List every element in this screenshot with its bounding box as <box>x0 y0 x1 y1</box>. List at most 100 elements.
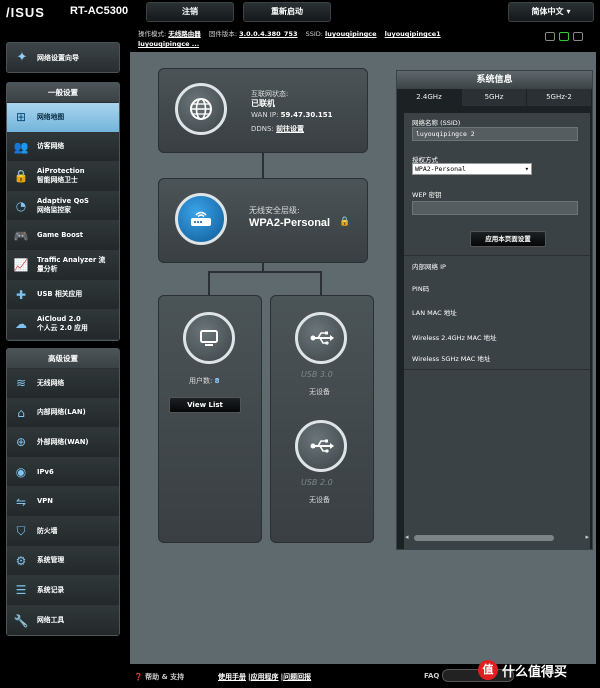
menu-item-admin[interactable]: ⚙ 系统管理 <box>7 546 119 577</box>
usb2-label: USB 2.0 <box>301 478 333 487</box>
horizontal-scrollbar[interactable]: ◂ ▸ <box>404 533 590 543</box>
menu-item-tools[interactable]: 🔧 网络工具 <box>7 605 119 636</box>
wep-input[interactable] <box>412 201 578 215</box>
feedback-link[interactable]: 问题回报 <box>283 673 311 681</box>
connector-line <box>208 271 322 273</box>
usb-icon[interactable] <box>295 312 347 364</box>
menu-item-wireless[interactable]: ≋ 无线网络 <box>7 369 119 399</box>
internet-node[interactable]: 互联网状态: 已联机 WAN IP: 59.47.30.151 DDNS: 前往… <box>158 68 368 153</box>
ssid-link-2[interactable]: luyouqipingce1 <box>385 30 441 38</box>
scroll-right-icon[interactable]: ▸ <box>585 533 589 541</box>
client-count-label: 用户数: <box>189 377 213 385</box>
menu-item-lan[interactable]: ⌂ 内部网络(LAN) <box>7 398 119 429</box>
wan-ip-value: 59.47.30.151 <box>280 111 333 119</box>
menu-item-firewall[interactable]: ⛉ 防火墙 <box>7 516 119 547</box>
aiprotection-icon: 🔒 <box>13 169 29 184</box>
menu-item-aiprotection[interactable]: 🔒 AiProtection 智能网络卫士 <box>7 162 119 192</box>
utility-link[interactable]: 应用程序 <box>251 673 279 681</box>
wifi-status-icon[interactable] <box>573 32 583 41</box>
menu-item-syslog[interactable]: ☰ 系统记录 <box>7 576 119 606</box>
traffic-icon: 📈 <box>13 258 29 273</box>
menu-item-ipv6[interactable]: ◉ IPv6 <box>7 457 119 488</box>
usb-icon[interactable] <box>295 420 347 472</box>
wireless-24-mac-label: Wireless 2.4GHz MAC 地址 <box>412 334 497 342</box>
router-icon[interactable] <box>175 193 227 245</box>
usb-node: USB 3.0 无设备 USB 2.0 无设备 <box>270 295 374 543</box>
qis-button[interactable]: ✦ 网络设置向导 <box>6 42 120 73</box>
security-value: WPA2-Personal <box>249 217 331 229</box>
menu-item-wan[interactable]: ⊕ 外部网络(WAN) <box>7 428 119 458</box>
menu-label: 防火墙 <box>37 526 58 535</box>
menu-label: 网络地图 <box>37 112 65 121</box>
guest-network-icon: 👥 <box>13 139 29 154</box>
wand-icon: ✦ <box>16 50 28 65</box>
logout-button[interactable]: 注销 <box>146 2 234 22</box>
menu-label: IPv6 <box>37 467 54 476</box>
menu-item-aicloud[interactable]: ☁ AiCloud 2.0 个人云 2.0 应用 <box>7 310 119 340</box>
usb-status-icon[interactable] <box>545 32 555 41</box>
system-info-title: 系统信息 <box>397 71 592 89</box>
wireless-5-mac-label: Wireless 5GHz MAC 地址 <box>412 355 491 363</box>
system-info-body: 网络名称 (SSID) luyouqipingce 2 授权方式 WPA2-Pe… <box>404 113 590 550</box>
menu-item-qos[interactable]: ◔ Adaptive QoS 网络监控家 <box>7 191 119 222</box>
menu-item-game-boost[interactable]: 🎮 Game Boost <box>7 221 119 251</box>
ddns-link[interactable]: 前往设置 <box>276 125 304 133</box>
ssid-label: SSID: <box>305 30 323 38</box>
connector-line <box>320 271 322 295</box>
scroll-thumb[interactable] <box>414 535 554 541</box>
menu-item-usb-app[interactable]: ✚ USB 相关应用 <box>7 280 119 311</box>
manual-link[interactable]: 使用手册 <box>218 673 246 681</box>
scroll-left-icon[interactable]: ◂ <box>405 533 409 541</box>
help-icon: ❓ <box>134 673 143 681</box>
tab-5ghz-2[interactable]: 5GHz-2 <box>527 89 592 106</box>
usb3-label: USB 3.0 <box>301 370 333 379</box>
tab-5ghz[interactable]: 5GHz <box>462 89 527 106</box>
advanced-menu-title: 高级设置 <box>7 349 119 369</box>
menu-label: AiCloud 2.0 个人云 2.0 应用 <box>37 315 88 333</box>
menu-item-traffic-analyzer[interactable]: 📈 Traffic Analyzer 流 量分析 <box>7 250 119 281</box>
view-list-button[interactable]: View List <box>169 397 241 413</box>
log-icon: ☰ <box>15 583 27 598</box>
firmware-link[interactable]: 3.0.0.4.380_753 <box>239 30 297 38</box>
router-node[interactable]: 无线安全层级: WPA2-Personal 🔒 <box>158 178 368 263</box>
home-icon: ⌂ <box>17 405 25 420</box>
ssid-input[interactable]: luyouqipingce 2 <box>412 127 578 141</box>
language-select[interactable]: 简体中文 <box>508 2 594 22</box>
menu-label: VPN <box>37 497 53 506</box>
model-name: RT-AC5300 <box>70 5 129 17</box>
advanced-menu: 高级设置 ≋ 无线网络 ⌂ 内部网络(LAN) ⊕ 外部网络(WAN) ◉ IP… <box>6 348 120 637</box>
internet-status-icon[interactable] <box>559 32 569 41</box>
lock-icon: 🔒 <box>339 217 351 227</box>
usb3-status: 无设备 <box>309 388 330 396</box>
status-icons <box>545 32 583 41</box>
divider <box>404 369 590 370</box>
wep-field-label: WEP 密钥 <box>412 191 442 199</box>
menu-label: 内部网络(LAN) <box>37 408 86 417</box>
menu-label: 外部网络(WAN) <box>37 437 89 446</box>
menu-item-guest-network[interactable]: 👥 访客网络 <box>7 132 119 163</box>
qos-icon: ◔ <box>15 199 27 214</box>
mode-link[interactable]: 无线路由器 <box>168 30 201 38</box>
ipv6-icon: ◉ <box>15 465 27 480</box>
ssid-link-3[interactable]: luyouqipingce ... <box>138 40 199 48</box>
asus-logo[interactable]: /ISUS <box>6 5 45 20</box>
wan-ip-label: WAN IP: <box>251 111 279 119</box>
usb2-status: 无设备 <box>309 496 330 504</box>
ssid-link-1[interactable]: luyouqipingce <box>325 30 377 38</box>
menu-label: 网络工具 <box>37 616 65 625</box>
menu-label: Adaptive QoS 网络监控家 <box>37 197 89 215</box>
auth-select[interactable]: WPA2-Personal <box>412 163 532 175</box>
system-info-panel: 系统信息 2.4GHz 5GHz 5GHz-2 网络名称 (SSID) luyo… <box>396 70 593 550</box>
reboot-button[interactable]: 重新启动 <box>243 2 331 22</box>
apply-button[interactable]: 应用本页面设置 <box>470 231 546 247</box>
clients-node[interactable]: 用户数: 8 View List <box>158 295 262 543</box>
tab-2-4ghz[interactable]: 2.4GHz <box>397 89 462 106</box>
menu-item-network-map[interactable]: ⊞ 网络地图 <box>7 103 119 133</box>
monitor-icon[interactable] <box>183 312 235 364</box>
internet-globe-icon[interactable] <box>175 83 227 135</box>
menu-item-vpn[interactable]: ⇋ VPN <box>7 487 119 517</box>
vpn-icon: ⇋ <box>15 494 27 509</box>
help-support[interactable]: ❓ 帮助 & 支持 <box>134 672 184 682</box>
connector-line <box>208 271 210 295</box>
menu-label: Game Boost <box>37 231 84 240</box>
